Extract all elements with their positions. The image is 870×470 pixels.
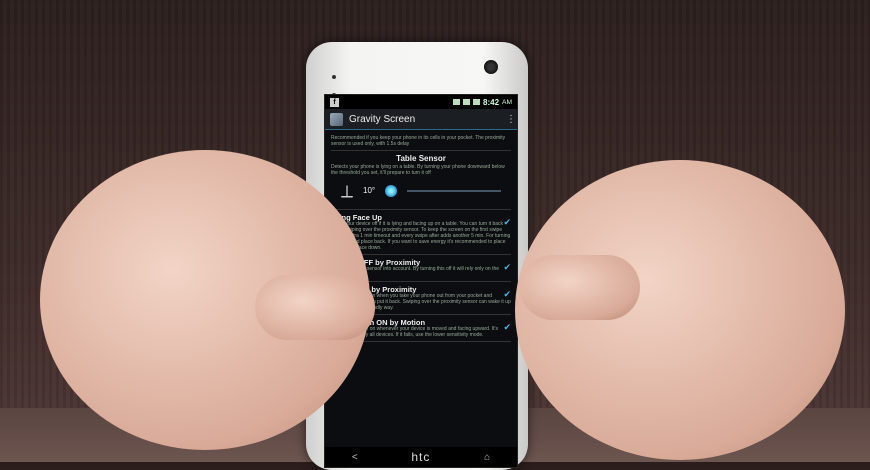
clock: 8:42 (483, 97, 500, 107)
back-button[interactable]: < (352, 452, 358, 463)
table-sensor-section: Table Sensor Detects your phone is lying… (331, 151, 511, 210)
checkbox-checked-icon[interactable]: ✔ (503, 323, 511, 332)
front-camera (484, 60, 498, 74)
home-button[interactable]: ⌂ (484, 452, 490, 463)
angle-slider-track[interactable] (407, 190, 501, 192)
battery-icon (473, 99, 480, 105)
left-thumb (255, 275, 375, 340)
action-bar: Gravity Screen ⋮ (325, 109, 517, 130)
checkbox-checked-icon[interactable]: ✔ (503, 218, 511, 227)
nav-bar: < htc ⌂ (325, 447, 517, 467)
speaker-grille (332, 66, 342, 97)
facebook-notification-icon: f (330, 97, 339, 107)
phone-tilt-icon: ⟂ (341, 181, 354, 201)
app-title: Gravity Screen (349, 113, 416, 125)
app-icon[interactable] (330, 112, 343, 126)
angle-value: 10° (363, 186, 376, 195)
status-icons: 8:42 AM (453, 98, 512, 107)
signal-icon (463, 99, 470, 105)
table-sensor-desc: Detects your phone is lying on a table. … (331, 164, 505, 176)
status-bar: f 8:42 AM (325, 95, 517, 109)
wifi-icon (453, 99, 460, 105)
angle-slider-knob[interactable] (385, 185, 398, 197)
intro-text: Recommended if you keep your phone in it… (331, 132, 511, 151)
table-sensor-heading: Table Sensor (396, 154, 446, 163)
angle-control: ⟂ 10° (331, 176, 511, 206)
checkbox-checked-icon[interactable]: ✔ (503, 290, 511, 299)
overflow-menu-icon[interactable]: ⋮ (506, 114, 516, 125)
right-thumb (520, 255, 640, 320)
clock-ampm: AM (502, 98, 512, 106)
checkbox-checked-icon[interactable]: ✔ (503, 263, 511, 272)
